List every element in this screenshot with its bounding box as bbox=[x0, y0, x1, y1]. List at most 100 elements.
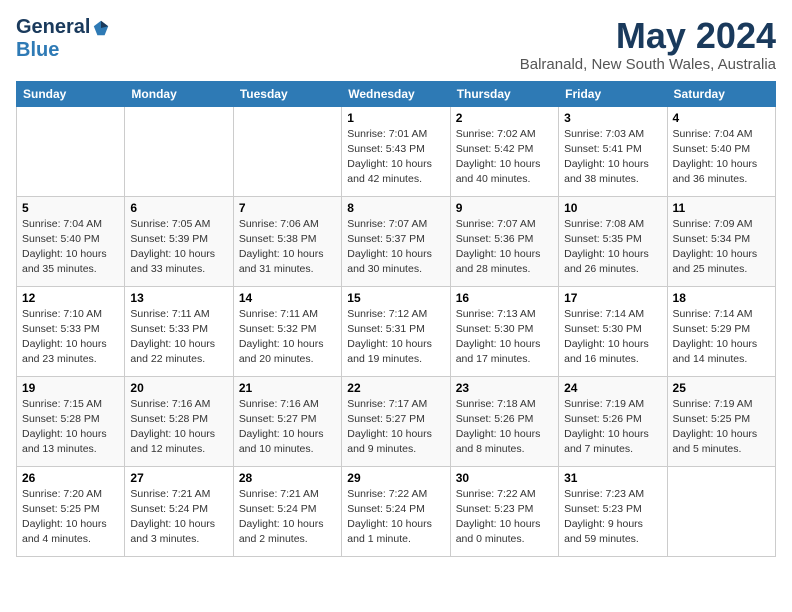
calendar-week-row: 12 Sunrise: 7:10 AM Sunset: 5:33 PM Dayli… bbox=[17, 286, 776, 376]
calendar-cell: 21 Sunrise: 7:16 AM Sunset: 5:27 PM Dayli… bbox=[233, 376, 341, 466]
day-number: 14 bbox=[239, 291, 336, 305]
day-info: Sunrise: 7:19 AM Sunset: 5:25 PM Dayligh… bbox=[673, 397, 770, 458]
title-block: May 2024 Balranald, New South Wales, Aus… bbox=[520, 16, 776, 73]
weekday-header-sunday: Sunday bbox=[17, 81, 125, 106]
weekday-header-wednesday: Wednesday bbox=[342, 81, 450, 106]
calendar-cell: 13 Sunrise: 7:11 AM Sunset: 5:33 PM Dayli… bbox=[125, 286, 233, 376]
calendar-cell bbox=[233, 106, 341, 196]
day-info: Sunrise: 7:05 AM Sunset: 5:39 PM Dayligh… bbox=[130, 217, 227, 278]
calendar-table: SundayMondayTuesdayWednesdayThursdayFrid… bbox=[16, 81, 776, 557]
day-number: 29 bbox=[347, 471, 444, 485]
page-header: General Blue May 2024 Balranald, New Sou… bbox=[16, 16, 776, 73]
day-number: 6 bbox=[130, 201, 227, 215]
calendar-week-row: 5 Sunrise: 7:04 AM Sunset: 5:40 PM Daylig… bbox=[17, 196, 776, 286]
day-number: 9 bbox=[456, 201, 553, 215]
calendar-cell: 10Sunrise: 7:08 AM Sunset: 5:35 PM Dayli… bbox=[559, 196, 667, 286]
day-info: Sunrise: 7:04 AM Sunset: 5:40 PM Dayligh… bbox=[22, 217, 119, 278]
day-info: Sunrise: 7:16 AM Sunset: 5:27 PM Dayligh… bbox=[239, 397, 336, 458]
day-number: 26 bbox=[22, 471, 119, 485]
day-info: Sunrise: 7:02 AM Sunset: 5:42 PM Dayligh… bbox=[456, 127, 553, 188]
day-number: 22 bbox=[347, 381, 444, 395]
calendar-cell bbox=[125, 106, 233, 196]
day-info: Sunrise: 7:22 AM Sunset: 5:24 PM Dayligh… bbox=[347, 487, 444, 548]
day-info: Sunrise: 7:21 AM Sunset: 5:24 PM Dayligh… bbox=[130, 487, 227, 548]
calendar-cell: 26Sunrise: 7:20 AM Sunset: 5:25 PM Dayli… bbox=[17, 466, 125, 556]
calendar-cell: 15Sunrise: 7:12 AM Sunset: 5:31 PM Dayli… bbox=[342, 286, 450, 376]
month-title: May 2024 bbox=[520, 16, 776, 56]
day-number: 28 bbox=[239, 471, 336, 485]
day-info: Sunrise: 7:19 AM Sunset: 5:26 PM Dayligh… bbox=[564, 397, 661, 458]
day-number: 18 bbox=[673, 291, 770, 305]
day-info: Sunrise: 7:04 AM Sunset: 5:40 PM Dayligh… bbox=[673, 127, 770, 188]
day-number: 21 bbox=[239, 381, 336, 395]
day-info: Sunrise: 7:07 AM Sunset: 5:37 PM Dayligh… bbox=[347, 217, 444, 278]
calendar-cell: 7Sunrise: 7:06 AM Sunset: 5:38 PM Daylig… bbox=[233, 196, 341, 286]
day-info: Sunrise: 7:18 AM Sunset: 5:26 PM Dayligh… bbox=[456, 397, 553, 458]
calendar-cell: 20Sunrise: 7:16 AM Sunset: 5:28 PM Dayli… bbox=[125, 376, 233, 466]
calendar-cell: 27 Sunrise: 7:21 AM Sunset: 5:24 PM Dayli… bbox=[125, 466, 233, 556]
calendar-cell: 4 Sunrise: 7:04 AM Sunset: 5:40 PM Daylig… bbox=[667, 106, 775, 196]
day-info: Sunrise: 7:14 AM Sunset: 5:30 PM Dayligh… bbox=[564, 307, 661, 368]
day-info: Sunrise: 7:15 AM Sunset: 5:28 PM Dayligh… bbox=[22, 397, 119, 458]
day-info: Sunrise: 7:21 AM Sunset: 5:24 PM Dayligh… bbox=[239, 487, 336, 548]
weekday-header-row: SundayMondayTuesdayWednesdayThursdayFrid… bbox=[17, 81, 776, 106]
day-info: Sunrise: 7:23 AM Sunset: 5:23 PM Dayligh… bbox=[564, 487, 661, 548]
day-info: Sunrise: 7:22 AM Sunset: 5:23 PM Dayligh… bbox=[456, 487, 553, 548]
day-info: Sunrise: 7:06 AM Sunset: 5:38 PM Dayligh… bbox=[239, 217, 336, 278]
calendar-cell: 16Sunrise: 7:13 AM Sunset: 5:30 PM Dayli… bbox=[450, 286, 558, 376]
day-number: 11 bbox=[673, 201, 770, 215]
weekday-header-thursday: Thursday bbox=[450, 81, 558, 106]
day-number: 12 bbox=[22, 291, 119, 305]
calendar-cell: 29 Sunrise: 7:22 AM Sunset: 5:24 PM Dayli… bbox=[342, 466, 450, 556]
calendar-body: 1 Sunrise: 7:01 AM Sunset: 5:43 PM Daylig… bbox=[17, 106, 776, 556]
calendar-week-row: 1 Sunrise: 7:01 AM Sunset: 5:43 PM Daylig… bbox=[17, 106, 776, 196]
day-info: Sunrise: 7:17 AM Sunset: 5:27 PM Dayligh… bbox=[347, 397, 444, 458]
day-info: Sunrise: 7:03 AM Sunset: 5:41 PM Dayligh… bbox=[564, 127, 661, 188]
calendar-cell: 8 Sunrise: 7:07 AM Sunset: 5:37 PM Daylig… bbox=[342, 196, 450, 286]
day-info: Sunrise: 7:11 AM Sunset: 5:32 PM Dayligh… bbox=[239, 307, 336, 368]
day-info: Sunrise: 7:07 AM Sunset: 5:36 PM Dayligh… bbox=[456, 217, 553, 278]
calendar-cell: 19 Sunrise: 7:15 AM Sunset: 5:28 PM Dayli… bbox=[17, 376, 125, 466]
day-number: 23 bbox=[456, 381, 553, 395]
day-number: 13 bbox=[130, 291, 227, 305]
day-number: 1 bbox=[347, 111, 444, 125]
day-info: Sunrise: 7:14 AM Sunset: 5:29 PM Dayligh… bbox=[673, 307, 770, 368]
calendar-cell: 14 Sunrise: 7:11 AM Sunset: 5:32 PM Dayli… bbox=[233, 286, 341, 376]
day-number: 31 bbox=[564, 471, 661, 485]
day-info: Sunrise: 7:01 AM Sunset: 5:43 PM Dayligh… bbox=[347, 127, 444, 188]
day-number: 8 bbox=[347, 201, 444, 215]
day-info: Sunrise: 7:10 AM Sunset: 5:33 PM Dayligh… bbox=[22, 307, 119, 368]
calendar-cell: 18 Sunrise: 7:14 AM Sunset: 5:29 PM Dayli… bbox=[667, 286, 775, 376]
weekday-header-monday: Monday bbox=[125, 81, 233, 106]
calendar-cell: 31 Sunrise: 7:23 AM Sunset: 5:23 PM Dayli… bbox=[559, 466, 667, 556]
day-number: 19 bbox=[22, 381, 119, 395]
calendar-cell: 28 Sunrise: 7:21 AM Sunset: 5:24 PM Dayli… bbox=[233, 466, 341, 556]
day-info: Sunrise: 7:09 AM Sunset: 5:34 PM Dayligh… bbox=[673, 217, 770, 278]
calendar-cell: 1 Sunrise: 7:01 AM Sunset: 5:43 PM Daylig… bbox=[342, 106, 450, 196]
calendar-cell: 24Sunrise: 7:19 AM Sunset: 5:26 PM Dayli… bbox=[559, 376, 667, 466]
calendar-cell: 5 Sunrise: 7:04 AM Sunset: 5:40 PM Daylig… bbox=[17, 196, 125, 286]
logo: General Blue bbox=[16, 16, 110, 62]
logo-general: General bbox=[16, 16, 90, 39]
day-info: Sunrise: 7:16 AM Sunset: 5:28 PM Dayligh… bbox=[130, 397, 227, 458]
calendar-cell: 12 Sunrise: 7:10 AM Sunset: 5:33 PM Dayli… bbox=[17, 286, 125, 376]
logo-blue: Blue bbox=[16, 39, 59, 61]
day-number: 4 bbox=[673, 111, 770, 125]
weekday-header-friday: Friday bbox=[559, 81, 667, 106]
day-info: Sunrise: 7:11 AM Sunset: 5:33 PM Dayligh… bbox=[130, 307, 227, 368]
day-number: 25 bbox=[673, 381, 770, 395]
calendar-cell: 22 Sunrise: 7:17 AM Sunset: 5:27 PM Dayli… bbox=[342, 376, 450, 466]
day-number: 17 bbox=[564, 291, 661, 305]
weekday-header-saturday: Saturday bbox=[667, 81, 775, 106]
calendar-cell: 9 Sunrise: 7:07 AM Sunset: 5:36 PM Daylig… bbox=[450, 196, 558, 286]
calendar-week-row: 19 Sunrise: 7:15 AM Sunset: 5:28 PM Dayli… bbox=[17, 376, 776, 466]
day-number: 27 bbox=[130, 471, 227, 485]
calendar-cell: 2 Sunrise: 7:02 AM Sunset: 5:42 PM Daylig… bbox=[450, 106, 558, 196]
day-info: Sunrise: 7:13 AM Sunset: 5:30 PM Dayligh… bbox=[456, 307, 553, 368]
day-number: 2 bbox=[456, 111, 553, 125]
calendar-cell: 17 Sunrise: 7:14 AM Sunset: 5:30 PM Dayli… bbox=[559, 286, 667, 376]
calendar-cell: 3Sunrise: 7:03 AM Sunset: 5:41 PM Daylig… bbox=[559, 106, 667, 196]
weekday-header-tuesday: Tuesday bbox=[233, 81, 341, 106]
location-label: Balranald, New South Wales, Australia bbox=[520, 56, 776, 73]
day-number: 5 bbox=[22, 201, 119, 215]
